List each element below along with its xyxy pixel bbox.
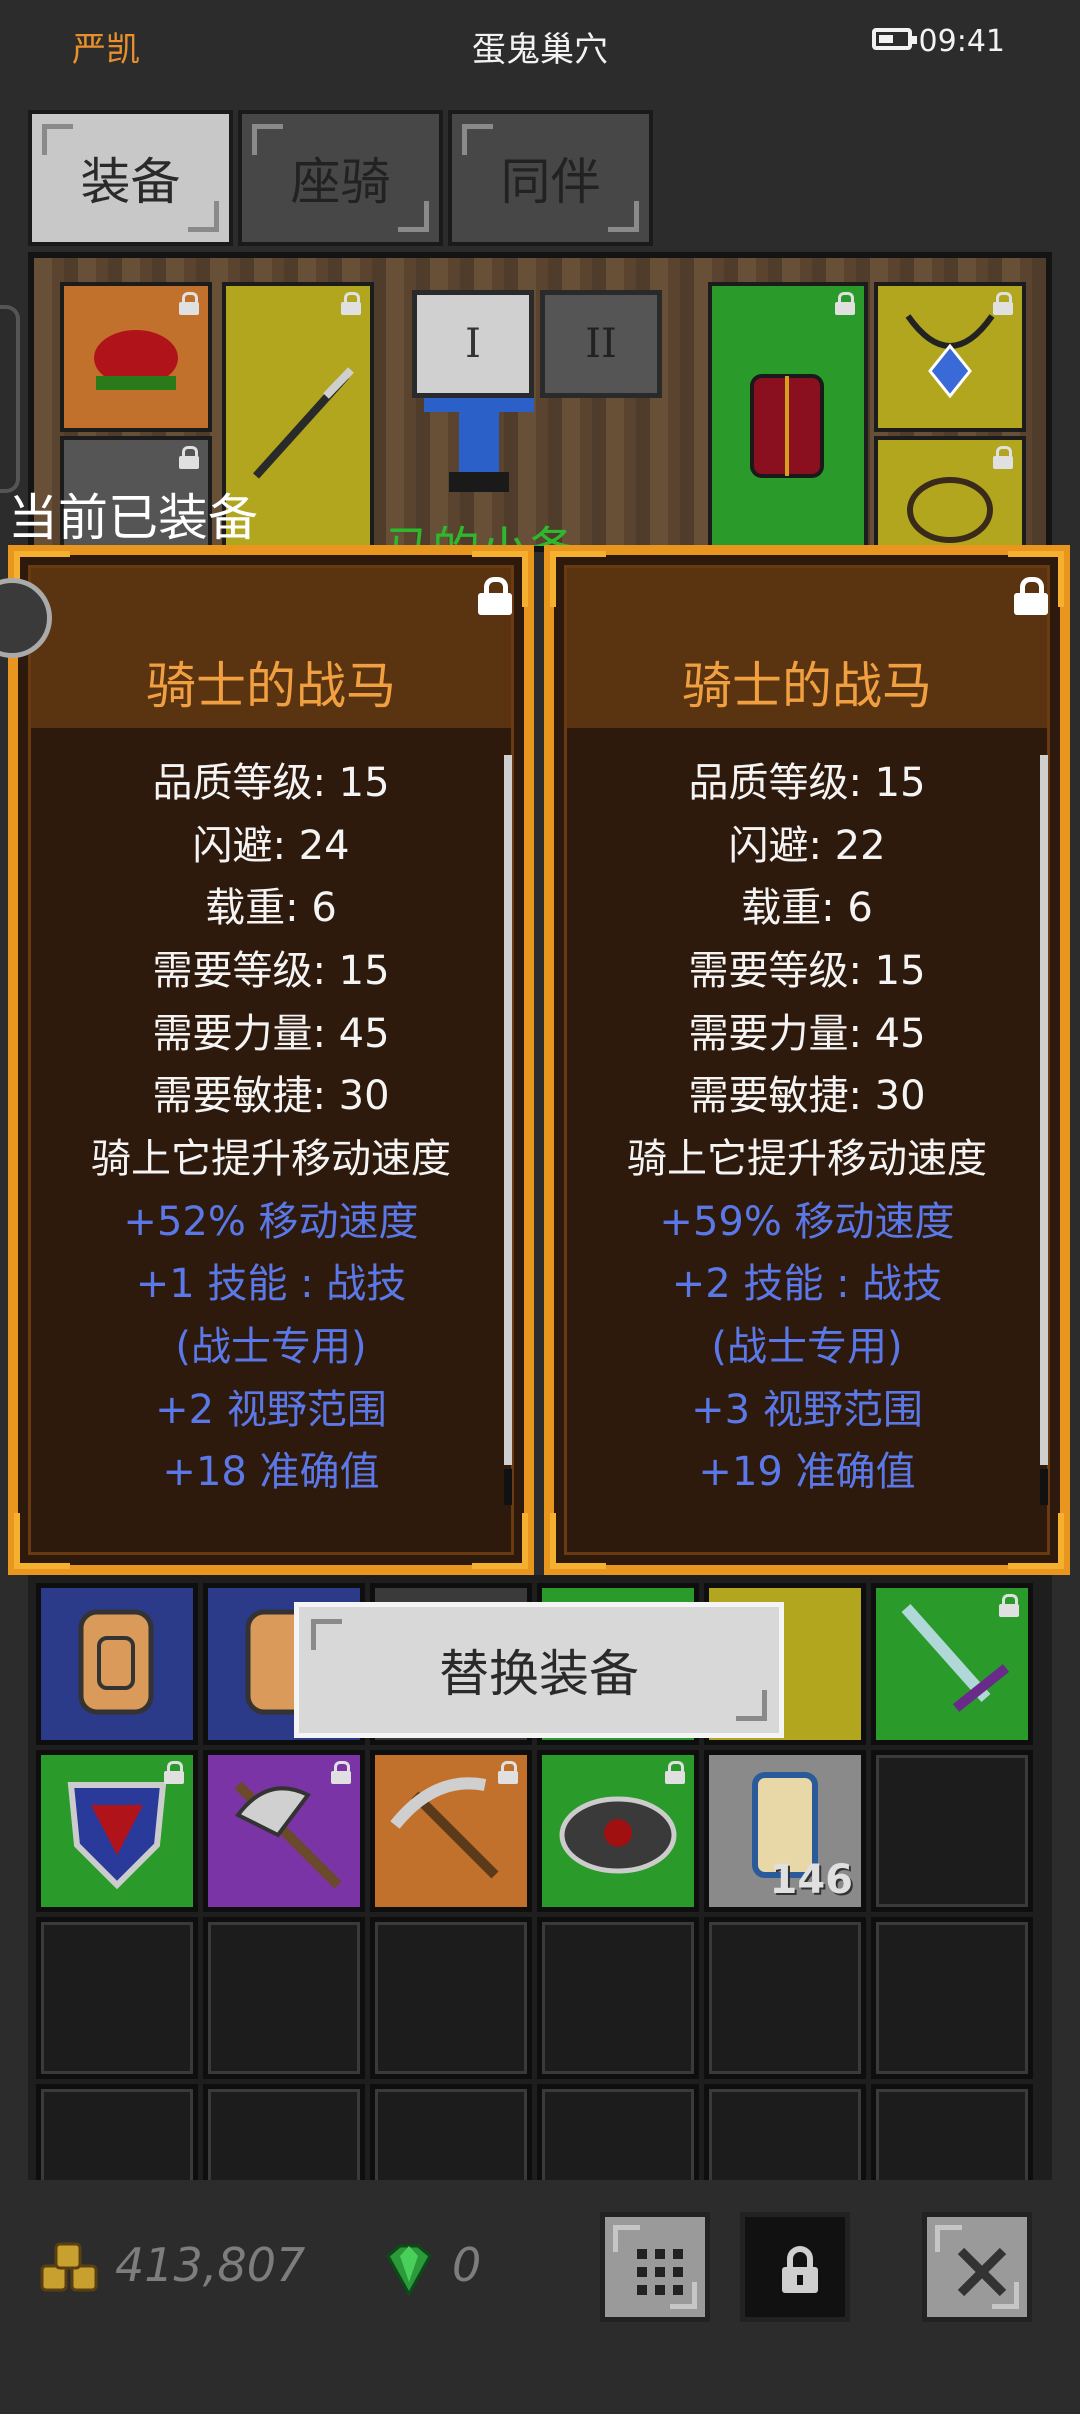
bonus-line: (战士专用) (175, 1324, 367, 1370)
stat-line: 需要等级: 15 (688, 948, 926, 994)
bonus-line: +59% 移动速度 (659, 1199, 955, 1245)
inventory-slot[interactable] (203, 1750, 365, 1912)
lock-icon (992, 292, 1014, 315)
tab-label: 装备 (80, 153, 181, 211)
side-drawer-handle[interactable] (0, 305, 20, 493)
inventory-slot[interactable] (871, 1750, 1033, 1912)
equipped-label: 当前已装备 (8, 489, 258, 547)
stat-line: 需要等级: 15 (152, 948, 390, 994)
item-title: 骑士的战马 (682, 657, 932, 715)
equipped-item-card: 骑士的战马 品质等级: 15 闪避: 24 载重: 6 需要等级: 15 需要力… (8, 545, 534, 1575)
inventory-slot[interactable] (871, 1917, 1033, 2079)
character-sprite (424, 388, 534, 492)
stat-line: 需要力量: 45 (152, 1011, 390, 1057)
stat-line: 需要敏捷: 30 (688, 1073, 926, 1119)
bonus-line: +19 准确值 (698, 1449, 916, 1495)
bonus-line: +52% 移动速度 (123, 1199, 419, 1245)
gem-amount: 0 (452, 2238, 482, 2292)
lock-icon (178, 446, 200, 469)
bonus-line: +1 技能 : 战技 (135, 1261, 407, 1307)
equip-slot-chest[interactable] (708, 282, 868, 546)
stat-line: 骑上它提升移动速度 (91, 1136, 451, 1182)
inventory-slot[interactable] (871, 1583, 1033, 1745)
gold-coins-icon (40, 2242, 98, 2292)
grid-view-button[interactable] (600, 2212, 710, 2322)
stat-line: 需要力量: 45 (688, 1011, 926, 1057)
inventory-slot[interactable] (537, 1750, 699, 1912)
page-button-label: II (585, 321, 617, 367)
replace-equipment-button[interactable]: 替换装备 (294, 1602, 784, 1738)
inventory-slot[interactable] (36, 1917, 198, 2079)
lock-icon (664, 1761, 686, 1784)
bonus-line: +2 技能 : 战技 (671, 1261, 943, 1307)
gold-amount: 413,807 (115, 2238, 306, 2292)
inventory-slot[interactable] (537, 2084, 699, 2180)
lock-icon (782, 2246, 818, 2293)
page-button-2[interactable]: II (540, 290, 662, 398)
lock-icon (330, 1761, 352, 1784)
tab-label: 座骑 (290, 153, 391, 211)
grid-icon (637, 2249, 683, 2295)
page-button-1[interactable]: I (412, 290, 534, 398)
card-scrollbar[interactable] (1040, 755, 1048, 1505)
card-scrollbar[interactable] (504, 755, 512, 1505)
bonus-line: (战士专用) (711, 1324, 903, 1370)
inventory-slot[interactable] (871, 2084, 1033, 2180)
replace-equipment-label: 替换装备 (439, 1645, 639, 1703)
lock-icon (178, 292, 200, 315)
chest-armor-icon (750, 374, 824, 478)
lock-icon (163, 1761, 185, 1784)
equip-slot-ring[interactable] (874, 436, 1026, 546)
gem-icon (386, 2244, 432, 2298)
inventory-slot[interactable] (36, 1583, 198, 1745)
status-time: 09:41 (918, 24, 1005, 59)
tab-label: 同伴 (500, 153, 601, 211)
compare-item-card: 骑士的战马 品质等级: 15 闪避: 22 载重: 6 需要等级: 15 需要力… (544, 545, 1070, 1575)
inventory-slot[interactable] (704, 2084, 866, 2180)
card-header: 骑士的战马 (567, 568, 1047, 728)
inventory-slot[interactable] (370, 1917, 532, 2079)
equip-slot-helmet[interactable] (60, 282, 212, 432)
inventory-slot[interactable] (203, 1917, 365, 2079)
stat-line: 骑上它提升移动速度 (627, 1136, 987, 1182)
inventory-slot[interactable]: 146 (704, 1750, 866, 1912)
item-title: 骑士的战马 (146, 657, 396, 715)
close-button[interactable] (922, 2212, 1032, 2322)
card-header: 骑士的战马 (31, 568, 511, 728)
bonus-line: +18 准确值 (162, 1449, 380, 1495)
lock-icon (998, 1594, 1020, 1617)
inventory-slot[interactable] (370, 1750, 532, 1912)
stat-line: 需要敏捷: 30 (152, 1073, 390, 1119)
tab-mount[interactable]: 座骑 (238, 110, 443, 246)
tab-companion[interactable]: 同伴 (448, 110, 653, 246)
stat-line: 品质等级: 15 (152, 760, 390, 806)
inventory-slot[interactable] (36, 2084, 198, 2180)
scroll-item-icon (78, 1609, 154, 1715)
stat-line: 载重: 6 (205, 885, 337, 931)
inventory-slot[interactable] (704, 1917, 866, 2079)
stat-line: 闪避: 22 (728, 823, 886, 869)
tab-equipment[interactable]: 装备 (28, 110, 233, 246)
page-button-label: I (465, 321, 481, 367)
bonus-line: +2 视野范围 (155, 1387, 387, 1433)
close-icon (957, 2247, 1007, 2297)
inventory-slot[interactable] (203, 2084, 365, 2180)
bonus-line: +3 视野范围 (691, 1387, 923, 1433)
lock-icon (992, 446, 1014, 469)
lock-toggle-button[interactable] (740, 2212, 850, 2322)
battery-icon (872, 28, 917, 50)
lock-icon (834, 292, 856, 315)
inventory-slot[interactable] (370, 2084, 532, 2180)
stat-line: 闪避: 24 (192, 823, 350, 869)
item-quantity: 146 (769, 1857, 854, 1903)
lock-icon (497, 1761, 519, 1784)
inventory-slot[interactable] (36, 1750, 198, 1912)
stat-line: 载重: 6 (741, 885, 873, 931)
stat-line: 品质等级: 15 (688, 760, 926, 806)
equip-slot-amulet[interactable] (874, 282, 1026, 432)
inventory-slot[interactable] (537, 1917, 699, 2079)
lock-icon (340, 292, 362, 315)
